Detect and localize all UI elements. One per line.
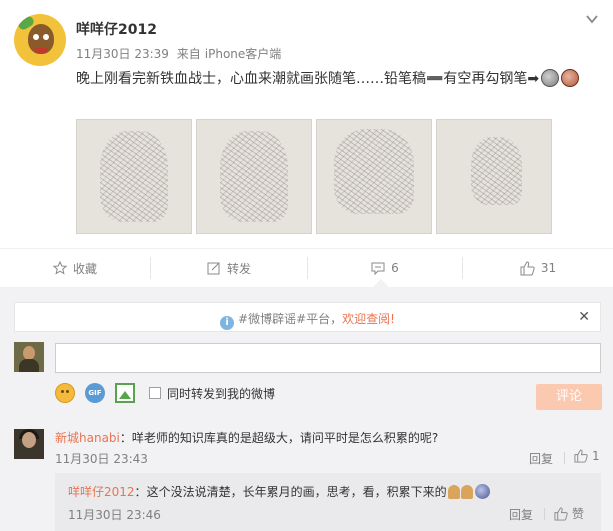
reply-body: 咩咩仔2012：这个没法说清楚，长年累月的画，思考，看，积累下来的 xyxy=(68,483,490,500)
notice-tag[interactable]: #微博辟谣#平台， xyxy=(238,312,342,326)
post-photo[interactable] xyxy=(436,119,552,234)
composer-tools: GIF 同时转发到我的微博 xyxy=(55,383,275,403)
reply-button[interactable]: 回复 xyxy=(529,450,553,467)
gif-icon[interactable]: GIF xyxy=(85,383,105,403)
comment-body: 新城hanabi：咩老师的知识库真的是超级大，请问平时是怎么积累的呢? xyxy=(55,429,438,446)
predator-emoji-icon xyxy=(561,69,580,87)
comment-count: 6 xyxy=(391,261,399,275)
emoji-icon[interactable] xyxy=(55,383,75,403)
favorite-label: 收藏 xyxy=(72,261,97,276)
post-photo[interactable] xyxy=(196,119,312,234)
notice-text: i #微博辟谣#平台，欢迎查阅! xyxy=(15,310,600,330)
author-avatar[interactable] xyxy=(14,14,66,66)
notice-link[interactable]: 欢迎查阅! xyxy=(342,312,395,326)
repost-button[interactable]: 转发 xyxy=(151,249,307,287)
feed-post: 咩咩仔2012 11月30日 23:39 来自 iPhone客户端 晚上刚看完新铁… xyxy=(0,0,613,248)
action-bar: 收藏 转发 6 31 xyxy=(0,248,613,286)
forward-label: 同时转发到我的微博 xyxy=(167,386,276,401)
submit-comment-button[interactable]: 评论 xyxy=(536,384,602,410)
image-icon[interactable] xyxy=(115,383,135,403)
action-separator xyxy=(544,508,545,520)
repost-label: 转发 xyxy=(226,261,251,276)
skull-emoji-icon xyxy=(541,69,560,87)
reply-time: 11月30日 23:46 xyxy=(68,508,161,522)
reply-like-label: 赞 xyxy=(572,507,585,521)
commenter-name[interactable]: 新城hanabi xyxy=(55,431,120,445)
chevron-down-icon[interactable] xyxy=(585,12,599,26)
comment-input[interactable] xyxy=(55,343,601,373)
post-meta: 11月30日 23:39 来自 iPhone客户端 xyxy=(76,45,285,62)
like-count: 31 xyxy=(540,261,557,275)
reply-like-button[interactable]: 赞 xyxy=(554,505,584,522)
reply-text: 这个没法说清楚，长年累月的画，思考，看，积累下来的 xyxy=(146,485,447,499)
commenter-avatar[interactable] xyxy=(14,429,44,459)
thumbs-up-icon xyxy=(554,507,568,521)
my-avatar[interactable] xyxy=(14,342,44,372)
comment-colon: ： xyxy=(119,431,132,445)
action-separator xyxy=(564,452,565,464)
reply-item: 咩咩仔2012：这个没法说清楚，长年累月的画，思考，看，积累下来的 11月30日… xyxy=(55,473,601,531)
comment-icon xyxy=(371,262,385,275)
avatar-eye xyxy=(43,34,49,40)
reply-author[interactable]: 咩咩仔2012 xyxy=(68,485,135,499)
face-emoji-icon xyxy=(474,484,490,499)
reply-reply-button[interactable]: 回复 xyxy=(509,506,533,523)
comment-panel: i #微博辟谣#平台，欢迎查阅! ✕ GIF 同时转发到我的微博 评论 新城han… xyxy=(0,287,613,531)
comment-text: 咩老师的知识库真的是超级大，请问平时是怎么积累的呢? xyxy=(131,431,439,445)
forward-checkbox[interactable] xyxy=(149,387,161,399)
favorite-button[interactable]: 收藏 xyxy=(0,249,150,287)
post-time[interactable]: 11月30日 23:39 xyxy=(76,47,169,61)
hands-emoji-icon xyxy=(447,485,460,499)
post-photo[interactable] xyxy=(316,119,432,234)
author-name[interactable]: 咩咩仔2012 xyxy=(76,19,157,39)
comment-like-count: 1 xyxy=(592,449,600,463)
post-source-prefix: 来自 xyxy=(176,47,201,61)
rumor-notice: i #微博辟谣#平台，欢迎查阅! ✕ xyxy=(14,302,601,332)
thumbs-up-icon xyxy=(574,449,588,463)
hands-emoji-icon xyxy=(460,485,473,499)
post-text-body: 晚上刚看完新铁血战士，心血来潮就画张随笔……铅笔稿➖有空再勾钢笔➡ xyxy=(76,71,540,87)
post-source[interactable]: iPhone客户端 xyxy=(205,47,282,61)
like-button[interactable]: 31 xyxy=(463,249,613,287)
post-photo[interactable] xyxy=(76,119,192,234)
star-icon xyxy=(52,261,67,275)
info-icon: i xyxy=(220,316,235,330)
post-text: 晚上刚看完新铁血战士，心血来潮就画张随笔……铅笔稿➖有空再勾钢笔➡ xyxy=(76,68,580,88)
repost-icon xyxy=(207,262,220,275)
comment-like-button[interactable]: 1 xyxy=(574,449,600,463)
thumbs-up-icon xyxy=(520,260,535,275)
close-icon[interactable]: ✕ xyxy=(578,309,590,325)
comment-time: 11月30日 23:43 xyxy=(55,452,148,466)
avatar-eye xyxy=(33,34,39,40)
reply-colon: ： xyxy=(134,485,147,499)
comment-caret xyxy=(373,279,389,287)
